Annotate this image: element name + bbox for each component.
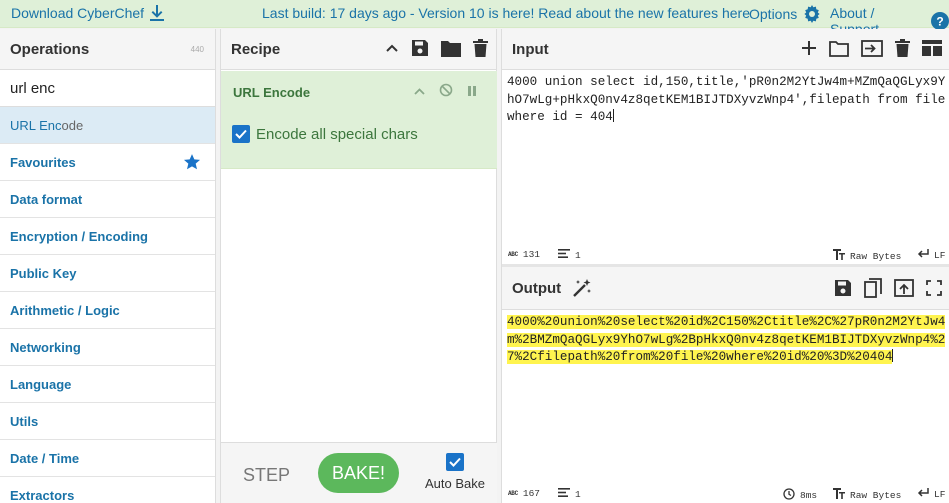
input-pane: Input 4000 union select id,150,title,'pR… (502, 29, 949, 264)
category-language[interactable]: Language (0, 366, 215, 403)
operations-search (0, 70, 215, 107)
category-favourites[interactable]: Favourites (0, 144, 215, 181)
build-notice-link[interactable]: Last build: 17 days ago - Version 10 is … (262, 5, 750, 21)
input-length: 131 (522, 249, 541, 260)
input-lines: 1 (575, 249, 581, 261)
download-label: Download CyberChef (11, 5, 145, 21)
save-icon[interactable] (411, 39, 429, 62)
recipe-panel: Recipe URL Encode Encode all special cha… (220, 29, 497, 503)
operations-search-input[interactable] (0, 70, 215, 106)
io-panel: Input 4000 union select id,150,title,'pR… (501, 29, 949, 503)
recipe-title: Recipe (231, 41, 281, 58)
folder-icon[interactable] (441, 40, 461, 62)
recipe-op-name: URL Encode (233, 85, 311, 100)
input-status-bar: ABC 131 1 Raw Bytes LF (502, 246, 949, 264)
magic-wand-icon[interactable] (572, 278, 592, 303)
recipe-header: Recipe (221, 29, 496, 70)
clock-icon (783, 488, 795, 503)
pause-icon[interactable] (467, 84, 477, 102)
output-header: Output (502, 267, 949, 310)
output-length: 167 (522, 488, 541, 499)
save-output-icon[interactable] (834, 279, 852, 302)
result-rest: ode (61, 118, 84, 133)
layout-icon[interactable] (922, 40, 942, 61)
input-header: Input (502, 29, 949, 70)
collapse-icon[interactable] (414, 84, 425, 102)
category-data-format[interactable]: Data format (0, 181, 215, 218)
bake-time: 8ms (800, 490, 818, 501)
operations-panel: Operations 440 URL Encode Favourites Dat… (0, 29, 216, 503)
category-arithmetic-logic[interactable]: Arithmetic / Logic (0, 292, 215, 329)
result-highlight: URL Enc (10, 118, 62, 133)
gear-icon (803, 5, 821, 23)
lines-icon (558, 249, 570, 261)
category-extractors[interactable]: Extractors (0, 477, 215, 503)
text-encoding-icon (833, 249, 845, 263)
auto-bake-checkbox[interactable]: Auto Bake (425, 453, 485, 491)
recipe-footer: STEP BAKE! Auto Bake (221, 442, 497, 503)
category-date-time[interactable]: Date / Time (0, 440, 215, 477)
input-textarea[interactable]: 4000 union select id,150,title,'pR0n2M2Y… (507, 74, 947, 127)
category-public-key[interactable]: Public Key (0, 255, 215, 292)
output-eol-select[interactable]: LF (917, 488, 945, 500)
operations-title: Operations (10, 41, 90, 58)
step-button[interactable]: STEP (243, 465, 290, 486)
search-result-url-encode[interactable]: URL Encode (0, 107, 215, 144)
bake-button[interactable]: BAKE! (318, 453, 399, 493)
star-icon (183, 153, 201, 174)
return-icon (917, 249, 929, 261)
output-title: Output (512, 280, 562, 297)
top-banner: Download CyberChef Last build: 17 days a… (0, 0, 949, 37)
length-icon: ABC (508, 251, 518, 258)
checkbox-checked-icon (232, 125, 250, 143)
disable-icon[interactable] (439, 83, 453, 102)
chevron-up-icon[interactable] (385, 41, 399, 60)
download-link[interactable]: Download CyberChef (11, 5, 165, 21)
input-eol-select[interactable]: LF (917, 249, 945, 261)
output-encoding-select[interactable]: Raw Bytes (833, 488, 901, 502)
copy-icon[interactable] (864, 278, 882, 303)
input-encoding-select[interactable]: Raw Bytes (833, 249, 901, 263)
auto-bake-label: Auto Bake (425, 476, 485, 491)
category-utils[interactable]: Utils (0, 403, 215, 440)
replace-input-icon[interactable] (894, 279, 914, 302)
length-icon: ABC (508, 490, 518, 497)
operations-header: Operations 440 (0, 29, 215, 70)
add-tab-icon[interactable] (801, 40, 817, 61)
input-title: Input (512, 41, 549, 58)
download-icon (150, 5, 165, 21)
return-icon (917, 488, 929, 500)
options-link[interactable]: Options (749, 5, 821, 23)
open-file-icon[interactable] (861, 39, 883, 62)
recipe-op-url-encode[interactable]: URL Encode Encode all special chars (221, 71, 497, 169)
encode-all-special-chars-checkbox[interactable]: Encode all special chars (232, 125, 418, 143)
output-lines: 1 (575, 488, 581, 500)
checkbox-checked-icon (446, 453, 464, 471)
trash-icon[interactable] (473, 39, 488, 62)
help-icon: ? (931, 12, 949, 30)
options-label: Options (749, 6, 798, 22)
clear-input-icon[interactable] (895, 39, 910, 62)
maximise-icon[interactable] (926, 280, 942, 301)
output-status-bar: ABC 167 1 8ms Raw Bytes LF (502, 485, 949, 503)
lines-icon (558, 488, 570, 500)
open-folder-icon[interactable] (829, 40, 849, 62)
svg-text:?: ? (936, 15, 943, 29)
category-encryption-encoding[interactable]: Encryption / Encoding (0, 218, 215, 255)
text-encoding-icon (833, 488, 845, 502)
output-pane: Output 4000%20union%20select%20id%2C150%… (502, 267, 949, 503)
operations-count: 440 (190, 45, 204, 54)
encode-all-label: Encode all special chars (256, 125, 418, 143)
output-textarea[interactable]: 4000%20union%20select%20id%2C150%2Ctitle… (507, 314, 947, 367)
category-networking[interactable]: Networking (0, 329, 215, 366)
